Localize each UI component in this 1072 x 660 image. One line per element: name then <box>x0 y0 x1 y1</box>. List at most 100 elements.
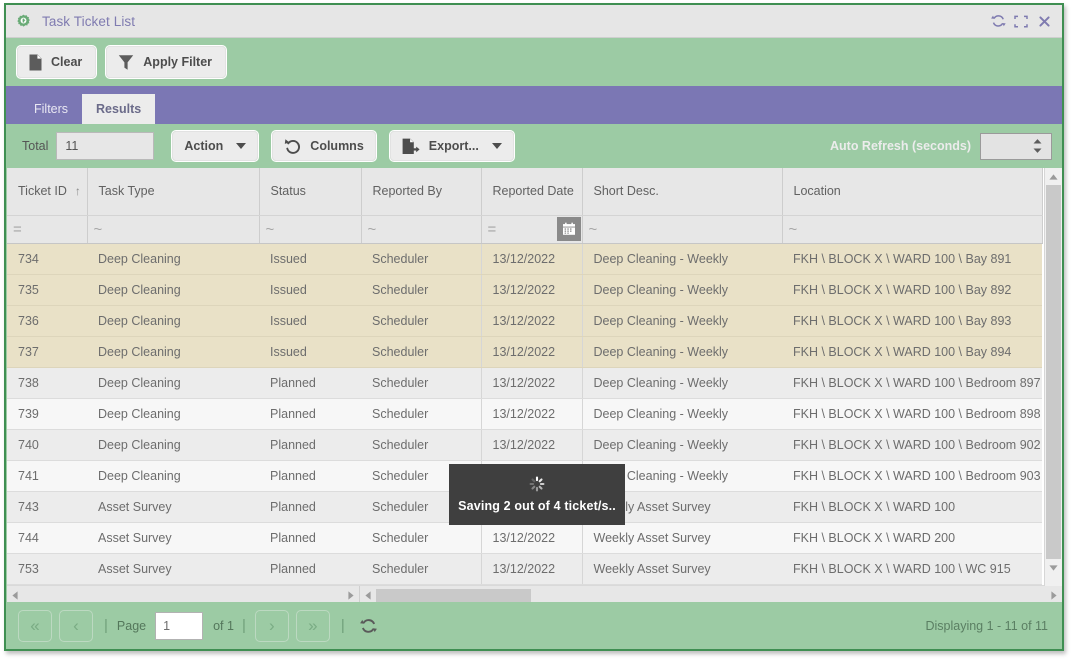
cell-task_type: Asset Survey <box>87 553 259 585</box>
column-header-reported-by[interactable]: Reported By <box>361 168 482 216</box>
clear-button-label: Clear <box>51 55 83 69</box>
cell-ticket_id: 740 <box>7 429 87 461</box>
column-header-task-type[interactable]: Task Type <box>87 168 260 216</box>
table-row[interactable]: 740 Deep Cleaning Planned Scheduler 13/12/20… <box>7 429 1042 461</box>
cell-reported_date: 13/12/2022 <box>481 274 583 306</box>
close-icon[interactable] <box>1034 11 1054 31</box>
cell-task_type: Deep Cleaning <box>87 305 259 337</box>
columns-button[interactable]: Columns <box>271 130 377 162</box>
window-title: Task Ticket List <box>42 13 136 29</box>
spinner-icon <box>529 476 545 492</box>
vertical-scroll-thumb[interactable] <box>1046 185 1061 559</box>
pager-divider: | <box>241 617 246 634</box>
stepper-arrows-icon <box>1033 139 1042 153</box>
tab-results[interactable]: Results <box>82 94 156 124</box>
column-filter-row: = ~ ~ ~ = ~ ~ <box>7 215 1043 244</box>
scroll-left-icon[interactable] <box>7 590 23 600</box>
filter-cell-task-type[interactable]: ~ <box>87 215 260 244</box>
action-button[interactable]: Action <box>171 130 260 162</box>
cell-reported_date: 13/12/2022 <box>481 336 583 368</box>
tab-results-label: Results <box>96 102 142 116</box>
refresh-icon[interactable] <box>988 11 1008 31</box>
page-input[interactable] <box>155 611 204 640</box>
table-body: 734 Deep Cleaning Issued Scheduler 13/12/202… <box>7 243 1042 585</box>
cell-location: FKH \ BLOCK X \ WARD 100 \ Bedroom 898 <box>782 398 1042 430</box>
table-row[interactable]: 737 Deep Cleaning Issued Scheduler 13/12/202… <box>7 336 1042 368</box>
table-row[interactable]: 735 Deep Cleaning Issued Scheduler 13/12/202… <box>7 274 1042 306</box>
prev-page-button[interactable]: ‹ <box>59 609 93 642</box>
filter-cell-short-desc[interactable]: ~ <box>582 215 783 244</box>
undo-icon <box>285 139 301 154</box>
total-label: Total <box>22 139 49 153</box>
tab-filters[interactable]: Filters <box>20 94 82 124</box>
left-scroll-track[interactable] <box>23 586 343 603</box>
filter-cell-reported-by[interactable]: ~ <box>361 215 482 244</box>
total-input[interactable] <box>56 132 155 160</box>
cell-ticket_id: 739 <box>7 398 87 430</box>
table-row[interactable]: 736 Deep Cleaning Issued Scheduler 13/12/202… <box>7 305 1042 337</box>
task-ticket-list-window: Task Ticket List Clear Apply Filter Filt… <box>4 3 1064 651</box>
apply-filter-button[interactable]: Apply Filter <box>105 45 228 79</box>
grid-toolbar: Total Action Columns Export... Auto R <box>6 124 1062 168</box>
table-row[interactable]: 734 Deep Cleaning Issued Scheduler 13/12/202… <box>7 243 1042 275</box>
cell-status: Issued <box>259 274 361 306</box>
filter-operator: ~ <box>265 221 275 238</box>
table-row[interactable]: 738 Deep Cleaning Planned Scheduler 13/12/20… <box>7 367 1042 399</box>
filter-cell-status[interactable]: ~ <box>259 215 362 244</box>
next-page-button[interactable]: › <box>254 609 289 642</box>
clear-button[interactable]: Clear <box>15 45 98 79</box>
scroll-right-icon[interactable] <box>343 590 359 600</box>
cell-location: FKH \ BLOCK X \ WARD 100 \ Bay 893 <box>782 305 1042 337</box>
cell-ticket_id: 735 <box>7 274 87 306</box>
pager-refresh-button[interactable] <box>359 618 377 634</box>
table-row[interactable]: 753 Asset Survey Planned Scheduler 13/12/202… <box>7 553 1042 585</box>
horizontal-scroll-thumb[interactable] <box>376 588 531 602</box>
apply-filter-button-label: Apply Filter <box>143 55 213 69</box>
filter-operator: = <box>13 221 22 238</box>
auto-refresh-label: Auto Refresh (seconds) <box>830 139 971 153</box>
cell-reported_by: Scheduler <box>361 305 482 337</box>
maximize-icon[interactable] <box>1011 11 1031 31</box>
export-button[interactable]: Export... <box>388 130 515 162</box>
cell-task_type: Deep Cleaning <box>87 336 259 368</box>
column-header-location[interactable]: Location <box>782 168 1043 216</box>
column-header-status[interactable]: Status <box>259 168 362 216</box>
column-header-short-desc[interactable]: Short Desc. <box>582 168 783 216</box>
left-horizontal-scrollbar[interactable] <box>7 585 359 603</box>
scroll-left-icon[interactable] <box>360 590 376 600</box>
column-header-ticket-id[interactable]: Ticket ID ↑ <box>7 168 88 216</box>
table-row[interactable]: 739 Deep Cleaning Planned Scheduler 13/12/20… <box>7 398 1042 430</box>
auto-refresh-stepper[interactable] <box>980 132 1052 160</box>
grid-vertical-scrollbar[interactable] <box>1044 168 1062 602</box>
page-label: Page <box>116 618 147 633</box>
main-scroll-track[interactable] <box>376 586 1046 603</box>
filter-cell-reported-date[interactable]: = <box>481 215 583 244</box>
calendar-icon[interactable] <box>556 216 581 241</box>
cell-location: FKH \ BLOCK X \ WARD 200 <box>782 522 1042 554</box>
page-of-label: of 1 <box>213 618 234 633</box>
saving-toast: Saving 2 out of 4 ticket/s.. <box>449 464 625 525</box>
main-horizontal-scrollbar[interactable] <box>360 585 1062 603</box>
cell-ticket_id: 736 <box>7 305 87 337</box>
column-header-label: Ticket ID <box>18 184 67 199</box>
column-header-reported-date[interactable]: Reported Date <box>481 168 583 216</box>
sort-asc-icon: ↑ <box>74 184 81 199</box>
table-head: Ticket ID ↑ Task Type Status Reported By <box>7 168 1043 244</box>
scroll-up-icon[interactable] <box>1045 168 1062 185</box>
scroll-right-icon[interactable] <box>1046 590 1062 600</box>
table-row[interactable]: 744 Asset Survey Planned Scheduler 13/12/202… <box>7 522 1042 554</box>
cell-ticket_id: 743 <box>7 491 87 523</box>
filter-cell-ticket-id[interactable]: = <box>7 215 88 244</box>
cell-short_desc: Deep Cleaning - Weekly <box>582 429 782 461</box>
last-page-button[interactable]: » <box>295 609 330 642</box>
cell-ticket_id: 734 <box>7 243 87 275</box>
first-page-button[interactable]: « <box>18 609 52 642</box>
scroll-down-icon[interactable] <box>1045 559 1062 576</box>
column-header-label: Reported Date <box>492 184 574 199</box>
tabstrip: Filters Results <box>6 86 1062 124</box>
cell-short_desc: Weekly Asset Survey <box>582 553 782 585</box>
cell-task_type: Deep Cleaning <box>87 398 259 430</box>
cell-task_type: Deep Cleaning <box>87 460 259 492</box>
cell-reported_date: 13/12/2022 <box>481 398 583 430</box>
filter-cell-location[interactable]: ~ <box>782 215 1043 244</box>
